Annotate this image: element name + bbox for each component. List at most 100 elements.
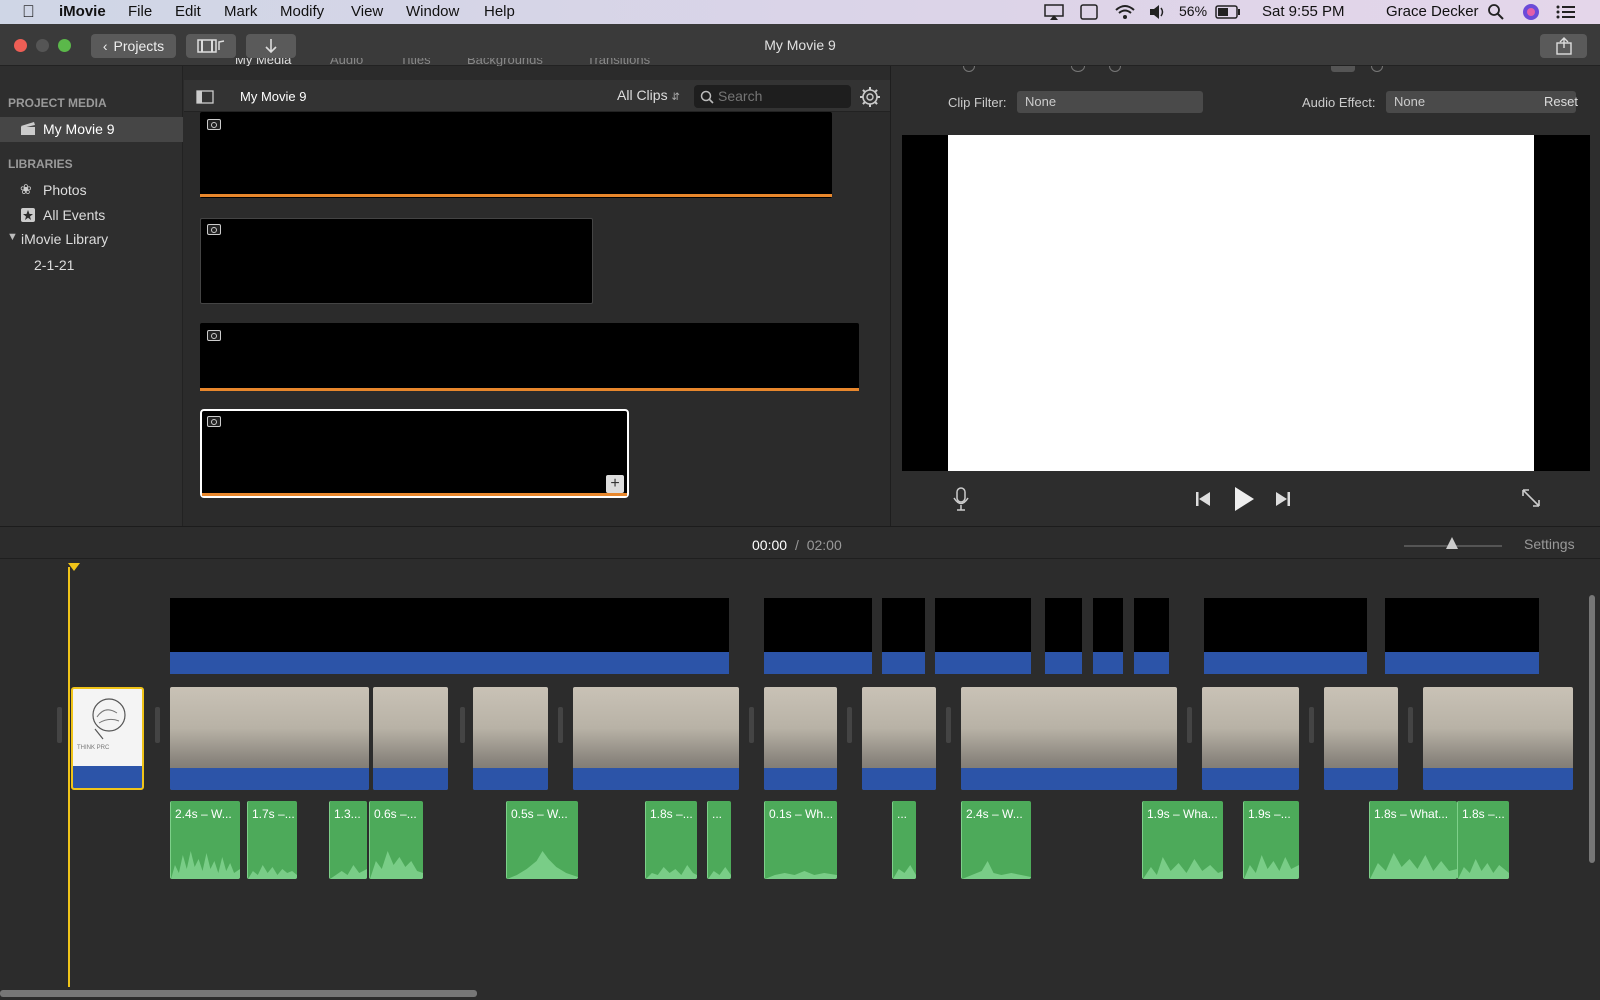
reset-button[interactable]: Reset	[1544, 94, 1578, 109]
title-clip[interactable]: THINK PRC	[71, 687, 144, 790]
transition-handle[interactable]	[1408, 707, 1413, 743]
filter-icon[interactable]	[1331, 66, 1355, 72]
spotlight-icon[interactable]	[1487, 3, 1505, 25]
browser-clip[interactable]	[200, 218, 593, 304]
menu-view[interactable]: View	[351, 3, 383, 20]
menu-modify[interactable]: Modify	[280, 3, 324, 20]
menu-file[interactable]: File	[128, 3, 152, 20]
sidebar-item-all-events[interactable]: All Events	[0, 205, 183, 227]
battery-icon[interactable]	[1215, 5, 1241, 23]
video-clip[interactable]	[170, 687, 369, 790]
audio-clip[interactable]: 1.8s – What...	[1369, 801, 1457, 879]
connected-clip[interactable]	[1204, 598, 1367, 652]
audio-clip[interactable]: 1.7s –...	[247, 801, 297, 879]
transition-handle[interactable]	[847, 707, 852, 743]
browser-clip[interactable]	[200, 323, 859, 391]
video-clip[interactable]	[764, 687, 837, 790]
audio-clip[interactable]: ...	[892, 801, 916, 879]
input-source-icon[interactable]	[1080, 4, 1098, 24]
transition-handle[interactable]	[57, 707, 62, 743]
zoom-window-button[interactable]	[58, 39, 71, 52]
apple-icon[interactable]: 	[22, 2, 35, 22]
browser-clip-selected[interactable]	[200, 409, 629, 498]
menu-edit[interactable]: Edit	[175, 3, 201, 20]
minimize-window-button[interactable]	[36, 39, 49, 52]
menu-user[interactable]: Grace Decker	[1386, 3, 1479, 20]
volume-icon[interactable]	[1148, 4, 1166, 24]
connected-clip[interactable]	[170, 598, 729, 652]
video-clip[interactable]	[573, 687, 739, 790]
connected-clip[interactable]	[1093, 598, 1123, 652]
connected-clip[interactable]	[1134, 598, 1169, 652]
menu-help[interactable]: Help	[484, 3, 515, 20]
video-clip[interactable]	[1423, 687, 1573, 790]
siri-icon[interactable]	[1522, 3, 1540, 25]
skip-back-icon[interactable]	[1195, 490, 1211, 508]
sidebar-item-event-2-1-21[interactable]: 2-1-21	[0, 255, 183, 277]
clips-filter-select[interactable]: All Clips ⇵	[617, 87, 680, 103]
audio-effect-select[interactable]: None Reset	[1386, 91, 1578, 113]
microphone-icon[interactable]	[953, 487, 969, 511]
import-button[interactable]	[246, 34, 296, 58]
connected-clip[interactable]	[935, 598, 1031, 652]
transition-handle[interactable]	[1187, 707, 1192, 743]
color-correction-icon[interactable]	[1071, 66, 1085, 72]
connected-clip[interactable]	[882, 598, 925, 652]
video-clip[interactable]	[1324, 687, 1398, 790]
sidebar-item-my-movie-9[interactable]: My Movie 9	[0, 117, 183, 142]
audio-clip[interactable]: 0.1s – Wh...	[764, 801, 837, 879]
video-clip[interactable]	[373, 687, 448, 790]
transition-handle[interactable]	[558, 707, 563, 743]
info-icon[interactable]	[1371, 66, 1383, 72]
sidebar-item-photos[interactable]: ❀ Photos	[0, 180, 183, 202]
video-clip[interactable]	[473, 687, 548, 790]
wifi-icon[interactable]	[1114, 3, 1136, 24]
sidebar-item-imovie-library[interactable]: ▼ iMovie Library	[0, 229, 183, 251]
media-toggle-button[interactable]	[186, 34, 236, 58]
video-clip[interactable]	[862, 687, 936, 790]
sidebar-toggle-icon[interactable]	[196, 90, 214, 104]
zoom-slider-thumb[interactable]	[1446, 537, 1458, 549]
audio-clip[interactable]: 1.3...	[329, 801, 367, 879]
clip-filter-select[interactable]: None	[1017, 91, 1203, 113]
audio-clip[interactable]: 2.4s – W...	[170, 801, 240, 879]
crop-icon[interactable]	[1109, 66, 1121, 72]
video-clip[interactable]	[961, 687, 1177, 790]
audio-clip[interactable]: 0.6s –...	[369, 801, 423, 879]
playhead[interactable]	[68, 567, 70, 987]
skip-forward-icon[interactable]	[1275, 490, 1291, 508]
menu-mark[interactable]: Mark	[224, 3, 257, 20]
menu-clock[interactable]: Sat 9:55 PM	[1262, 3, 1345, 20]
menu-app-name[interactable]: iMovie	[59, 3, 106, 20]
transition-handle[interactable]	[155, 707, 160, 743]
audio-clip[interactable]: 1.8s –...	[1457, 801, 1509, 879]
audio-clip[interactable]: 0.5s – W...	[506, 801, 578, 879]
audio-clip[interactable]: ...	[707, 801, 731, 879]
transition-handle[interactable]	[749, 707, 754, 743]
transition-handle[interactable]	[460, 707, 465, 743]
vertical-scrollbar[interactable]	[1589, 595, 1595, 863]
audio-clip[interactable]: 1.8s –...	[645, 801, 697, 879]
add-to-timeline-button[interactable]: +	[606, 475, 624, 493]
connected-clip[interactable]	[1385, 598, 1539, 652]
timeline-settings-button[interactable]: Settings	[1524, 536, 1575, 552]
connected-clip[interactable]	[764, 598, 872, 652]
color-balance-icon[interactable]	[963, 66, 975, 72]
menu-window[interactable]: Window	[406, 3, 459, 20]
close-window-button[interactable]	[14, 39, 27, 52]
share-button[interactable]	[1540, 34, 1587, 58]
search-field[interactable]	[694, 85, 851, 108]
gear-icon[interactable]	[859, 86, 881, 108]
playhead-handle[interactable]	[68, 563, 80, 571]
audio-clip[interactable]: 2.4s – W...	[961, 801, 1031, 879]
horizontal-scrollbar[interactable]	[0, 990, 477, 997]
play-icon[interactable]	[1233, 486, 1255, 512]
projects-button[interactable]: ‹ Projects	[91, 34, 176, 58]
fullscreen-icon[interactable]	[1521, 488, 1541, 508]
audio-clip[interactable]: 1.9s –...	[1243, 801, 1299, 879]
airplay-icon[interactable]	[1044, 4, 1064, 24]
notification-center-icon[interactable]	[1556, 4, 1576, 24]
video-clip[interactable]	[1202, 687, 1299, 790]
search-input[interactable]	[718, 87, 846, 105]
audio-clip[interactable]: 1.9s – Wha...	[1142, 801, 1223, 879]
